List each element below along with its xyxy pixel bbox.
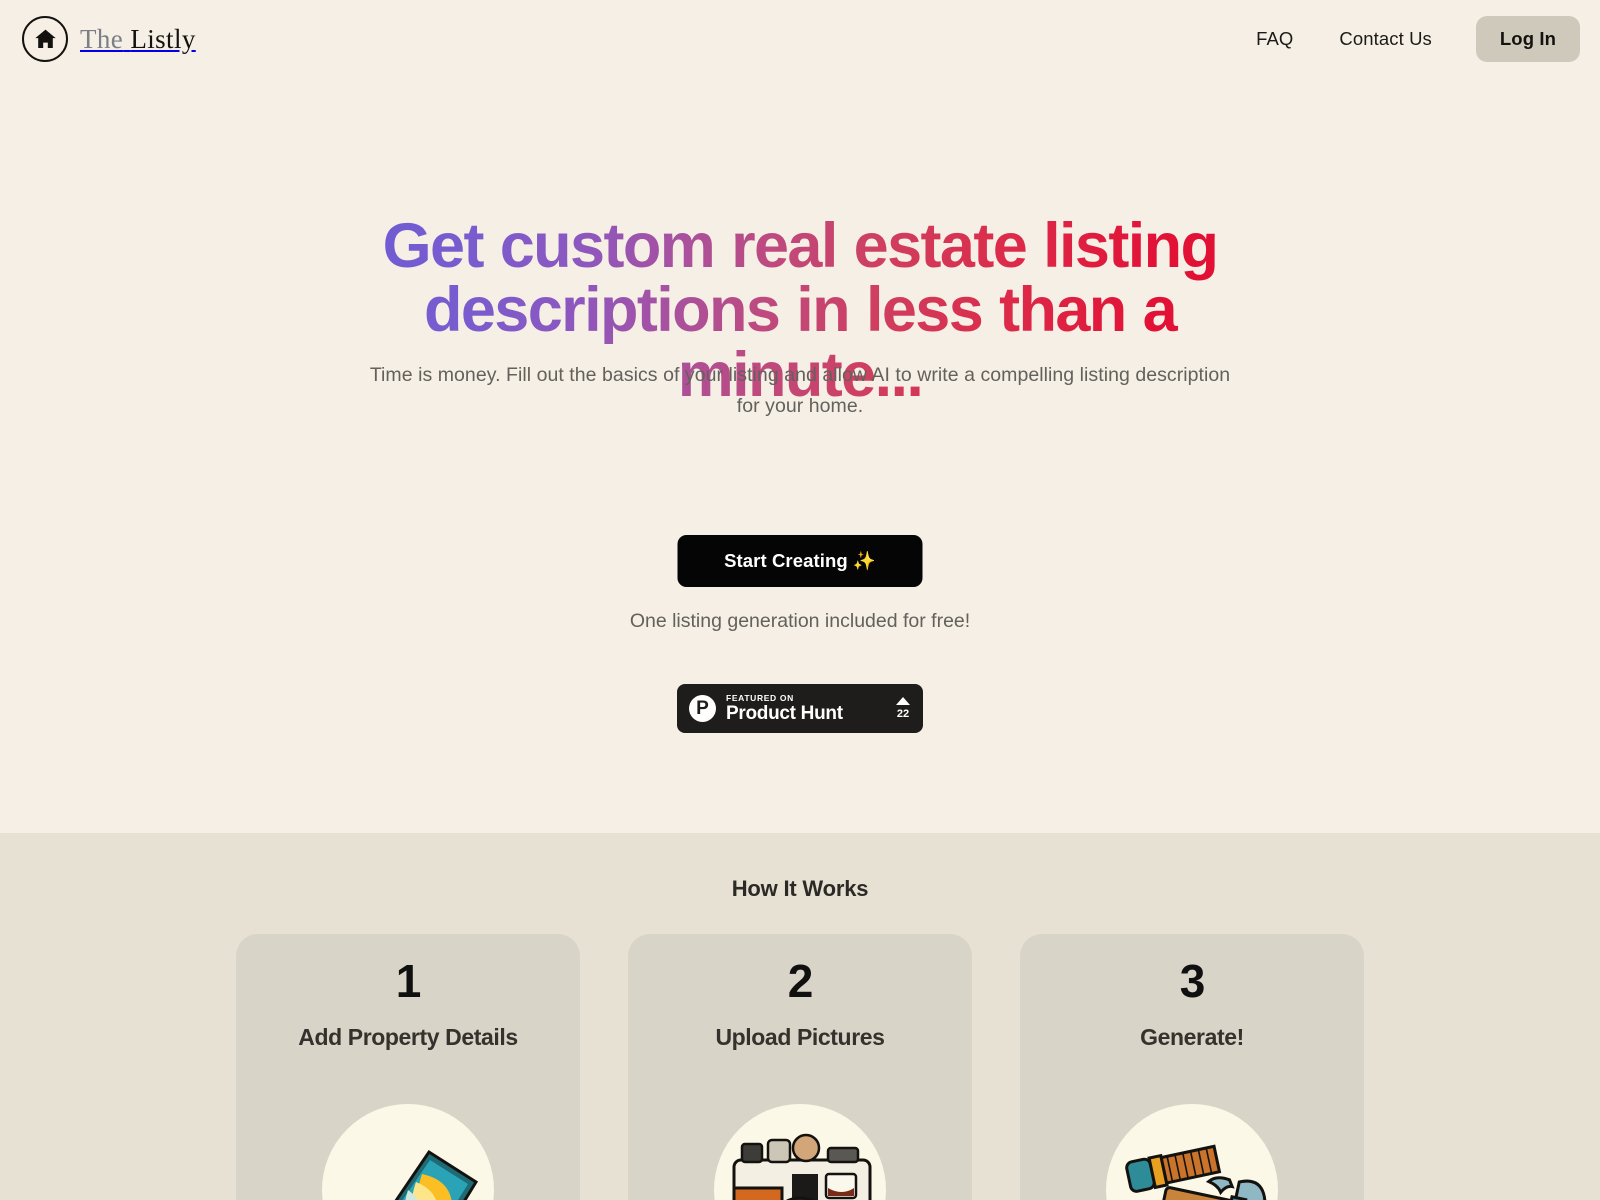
- how-it-works-cards: 1 Add Property Details 2 Upload Pictures…: [236, 934, 1364, 1200]
- step-number: 2: [787, 955, 814, 1007]
- step-number: 1: [395, 955, 422, 1007]
- brand-name-main: Listly: [130, 23, 196, 54]
- login-button[interactable]: Log In: [1475, 16, 1580, 62]
- product-hunt-upvotes: 22: [896, 697, 910, 720]
- product-hunt-upvote-count: 22: [896, 708, 910, 720]
- product-hunt-badge[interactable]: P FEATURED ON Product Hunt 22: [677, 684, 923, 733]
- step-number: 3: [1179, 955, 1206, 1007]
- product-hunt-logo-letter: P: [696, 698, 709, 719]
- product-hunt-name: Product Hunt: [726, 703, 843, 725]
- free-generation-note: One listing generation included for free…: [629, 610, 971, 632]
- nav-item-faq[interactable]: FAQ: [1240, 18, 1309, 60]
- brand-name: The Listly: [80, 24, 196, 55]
- step-card: 3 Generate!: [1020, 934, 1364, 1200]
- tools-illustration: [1106, 1104, 1278, 1200]
- start-creating-button[interactable]: Start Creating ✨: [677, 535, 923, 587]
- site-header: The Listly FAQ Contact Us Log In: [0, 0, 1600, 78]
- nav-item-contact-us[interactable]: Contact Us: [1323, 18, 1448, 60]
- step-card: 1 Add Property Details: [236, 934, 580, 1200]
- step-card: 2 Upload Pictures: [628, 934, 972, 1200]
- product-hunt-featured-label: FEATURED ON: [726, 692, 794, 703]
- step-title: Add Property Details: [298, 1023, 518, 1050]
- caret-up-icon: [896, 697, 910, 705]
- sparkles-icon: ✨: [852, 550, 876, 571]
- step-title: Upload Pictures: [715, 1023, 885, 1050]
- laptop-illustration: [322, 1104, 494, 1200]
- camera-illustration: [714, 1104, 886, 1200]
- start-creating-label: Start Creating: [724, 550, 848, 571]
- brand-logo[interactable]: The Listly: [22, 10, 196, 68]
- product-hunt-logo-icon: P: [689, 695, 716, 722]
- step-title: Generate!: [1140, 1023, 1244, 1050]
- hero-section: The Listly FAQ Contact Us Log In Get cus…: [0, 0, 1600, 833]
- house-icon: [22, 16, 68, 62]
- main-nav: FAQ Contact Us Log In: [1240, 10, 1580, 68]
- hero-subtitle: Time is money. Fill out the basics of yo…: [369, 364, 1231, 417]
- brand-name-prefix: The: [80, 23, 124, 54]
- how-it-works-section: How It Works 1 Add Property Details 2 Up…: [0, 833, 1600, 1200]
- how-it-works-title: How It Works: [731, 876, 869, 901]
- product-hunt-text: FEATURED ON Product Hunt: [726, 694, 843, 724]
